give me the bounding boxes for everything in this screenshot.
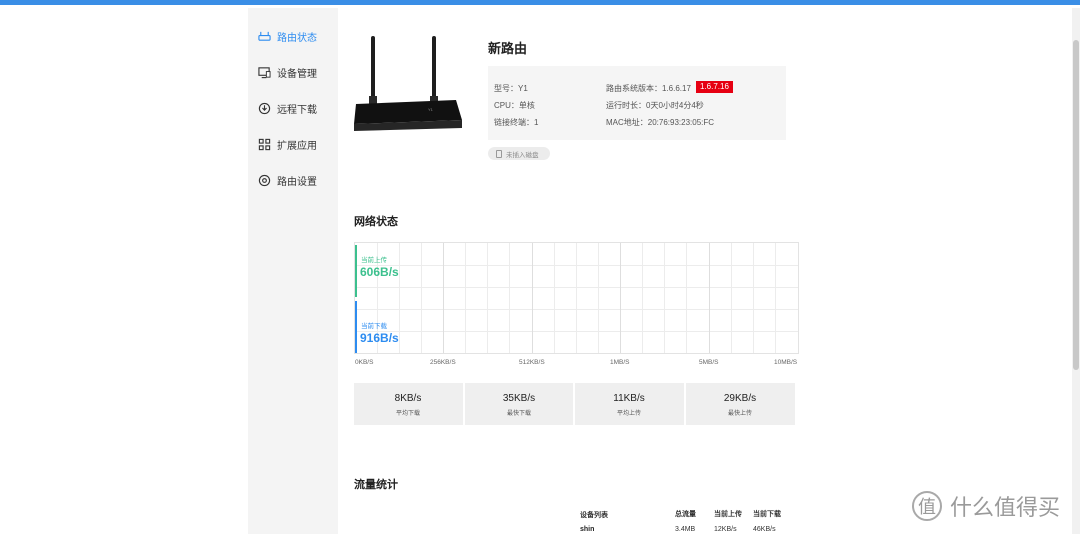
axis-tick: 0KB/S (355, 359, 374, 366)
watermark: 值 什么值得买 (912, 490, 1060, 522)
sidebar-item-remote-download[interactable]: 远程下载 (258, 98, 317, 118)
axis-tick: 5MB/S (699, 359, 719, 366)
sidebar: 路由状态 设备管理 远程下载 扩展应用 路由设置 (248, 8, 338, 534)
table-cell-device[interactable]: shin (580, 526, 594, 533)
sidebar-item-router-settings[interactable]: 路由设置 (258, 170, 317, 190)
sidebar-item-label: 扩展应用 (277, 140, 317, 152)
axis-tick: 10MB/S (774, 359, 798, 366)
sidebar-item-label: 路由设置 (277, 176, 317, 188)
stat-label: 平均上传 (616, 411, 641, 417)
watermark-logo: 值 (912, 491, 942, 521)
stat-label: 最快下载 (506, 411, 531, 417)
disk-status-label: 未插入磁盘 (506, 151, 539, 159)
top-accent-bar (0, 0, 1080, 5)
disk-icon (496, 149, 502, 158)
table-header-upload: 当前上传 (714, 511, 742, 518)
table-cell-total: 3.4MB (675, 526, 696, 533)
table-header-total: 总流量 (675, 511, 696, 518)
stat-avg-upload: 11KB/s 平均上传 (575, 383, 683, 425)
download-indicator-bar (355, 301, 357, 353)
firmware-version-text: 路由系统版本：1.6.6.17 (606, 84, 691, 93)
download-icon (258, 102, 271, 114)
stat-max-download: 35KB/s 最快下载 (465, 383, 573, 425)
sidebar-item-device-management[interactable]: 设备管理 (258, 62, 317, 82)
svg-text:Y1: Y1 (428, 107, 434, 112)
scrollbar-thumb[interactable] (1073, 40, 1079, 370)
axis-tick: 256KB/S (430, 359, 456, 366)
sidebar-item-label: 远程下载 (277, 104, 317, 116)
stat-avg-download: 8KB/s 平均下载 (354, 383, 462, 425)
download-label: 当前下载 (361, 323, 387, 330)
sidebar-item-label: 设备管理 (277, 68, 317, 80)
clients-text: 链接终端：1 (494, 118, 539, 127)
model-text: 型号：Y1 (494, 84, 528, 93)
table-cell-upload: 12KB/s (714, 526, 737, 533)
stat-label: 最快上传 (727, 411, 752, 417)
router-image: Y1 (354, 36, 462, 131)
stat-value: 8KB/s (394, 393, 422, 404)
traffic-stats-title: 流量统计 (354, 479, 398, 491)
table-header-download: 当前下载 (753, 511, 781, 518)
upload-label: 当前上传 (361, 257, 387, 264)
stat-value: 29KB/s (723, 393, 757, 404)
watermark-text: 什么值得买 (950, 495, 1061, 520)
sidebar-item-label: 路由状态 (277, 32, 317, 44)
router-icon (258, 31, 271, 41)
stat-value: 11KB/s (613, 393, 645, 404)
axis-tick: 1MB/S (610, 359, 630, 366)
speed-stats-panel: 8KB/s 平均下载 35KB/s 最快下载 11KB/s 平均上传 29KB/… (354, 383, 795, 425)
settings-icon (258, 174, 271, 186)
upload-indicator-bar (355, 245, 357, 297)
cpu-text: CPU：单核 (494, 101, 535, 110)
stat-value: 35KB/s (502, 393, 536, 404)
sidebar-item-extensions[interactable]: 扩展应用 (258, 134, 317, 154)
network-status-title: 网络状态 (354, 216, 398, 228)
sidebar-item-router-status[interactable]: 路由状态 (258, 26, 317, 46)
firmware-update-badge[interactable]: 1.6.7.16 (696, 81, 733, 93)
network-speed-chart (354, 242, 799, 354)
stat-label: 平均下载 (395, 411, 420, 417)
apps-grid-icon (258, 138, 271, 150)
router-name: 新路由 (488, 41, 528, 56)
download-value: 916B/s (360, 331, 399, 345)
disk-status-badge: 未插入磁盘 (488, 147, 550, 160)
table-cell-download: 46KB/s (753, 526, 776, 533)
axis-tick: 512KB/S (519, 359, 545, 366)
uptime-text: 运行时长：0天0小时4分4秒 (606, 101, 704, 110)
upload-value: 606B/s (360, 265, 399, 279)
stat-max-upload: 29KB/s 最快上传 (686, 383, 794, 425)
table-header-device: 设备列表 (580, 512, 608, 519)
mac-address-text: MAC地址：20:76:93:23:05:FC (606, 118, 715, 127)
monitor-icon (258, 66, 271, 78)
